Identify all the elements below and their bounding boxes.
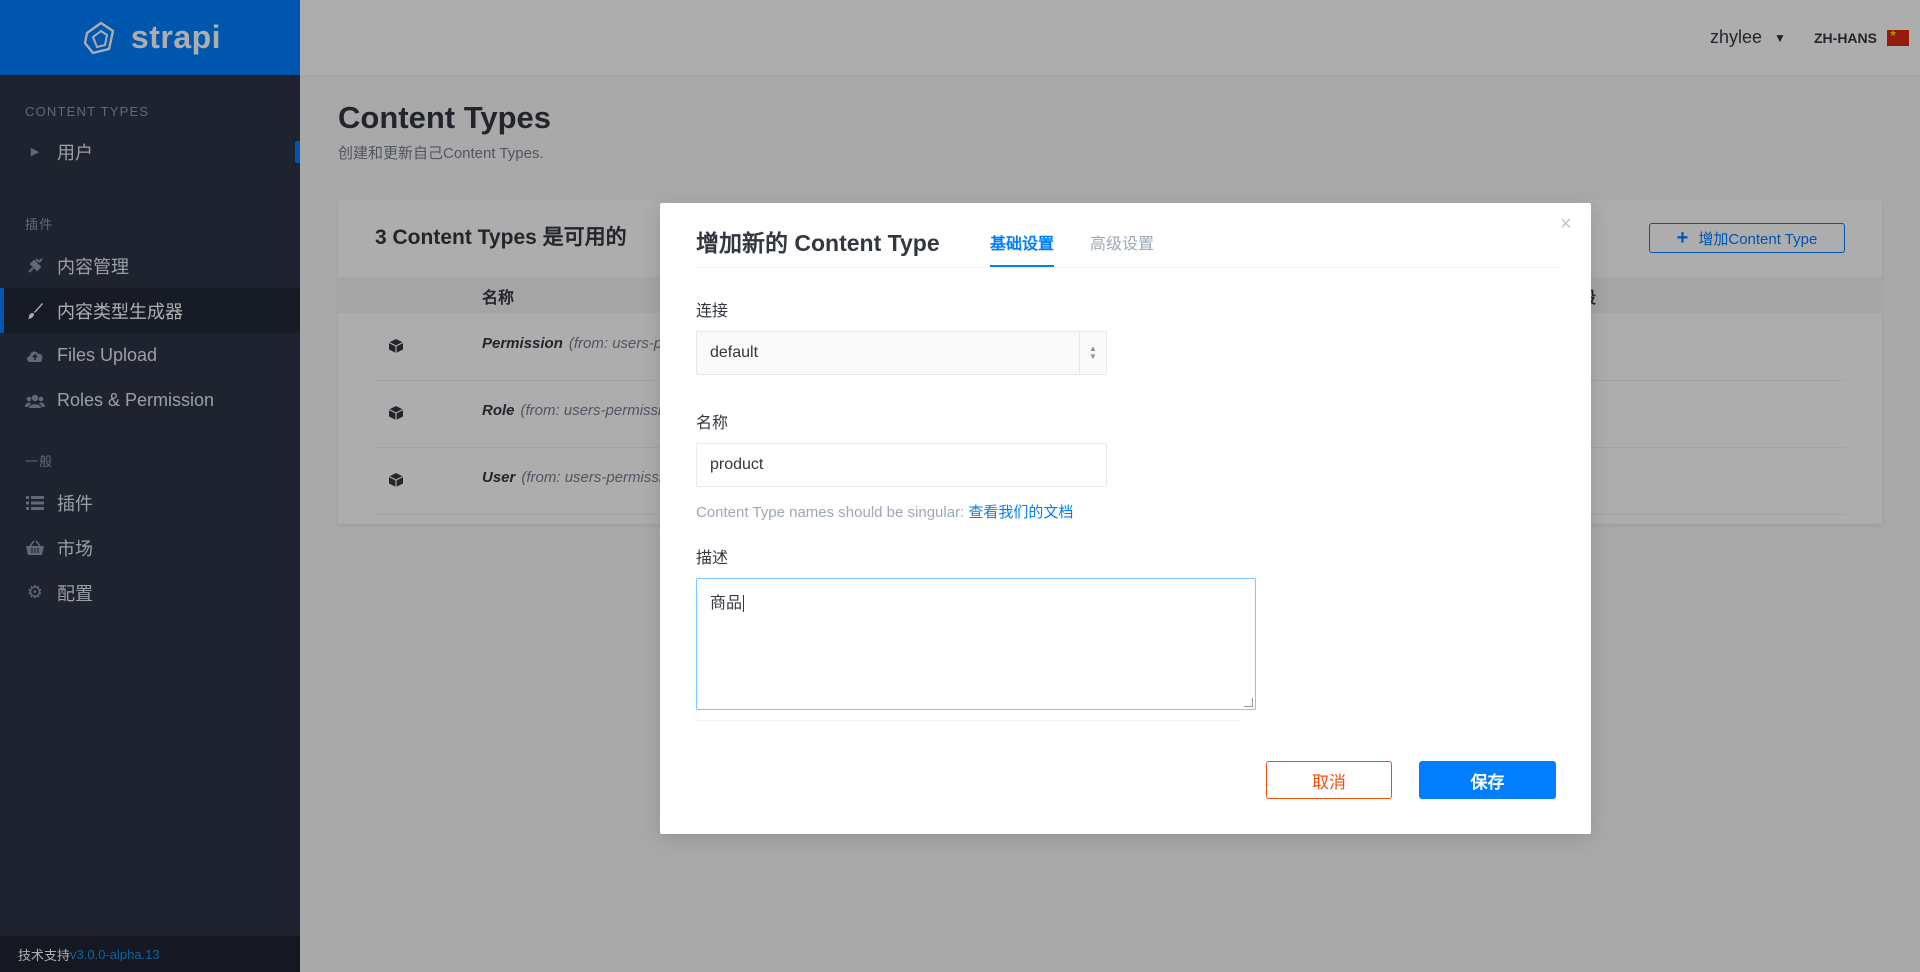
cancel-button[interactable]: 取消 [1266, 761, 1392, 799]
name-input[interactable]: product [696, 443, 1107, 487]
name-hint: Content Type names should be singular: 查… [696, 501, 1073, 522]
save-button[interactable]: 保存 [1419, 761, 1556, 799]
tab-basic-settings[interactable]: 基础设置 [990, 230, 1054, 254]
connection-label: 连接 [696, 303, 729, 320]
tabs-divider [696, 267, 1559, 268]
field-divider [696, 720, 1240, 721]
modal-title: 增加新的 Content Type [696, 230, 940, 256]
connection-select[interactable]: default ▲ ▼ [696, 331, 1107, 375]
name-label: 名称 [696, 415, 729, 432]
resize-handle[interactable] [1244, 698, 1253, 707]
hint-text: Content Type names should be singular: [696, 504, 969, 521]
select-arrows-icon: ▲ ▼ [1079, 332, 1106, 374]
docs-link[interactable]: 查看我们的文档 [968, 504, 1073, 521]
description-label: 描述 [696, 550, 729, 567]
name-value: product [710, 456, 764, 473]
connection-value: default [710, 344, 759, 361]
close-icon[interactable]: × [1560, 213, 1572, 236]
add-content-type-modal: × 增加新的 Content Type 基础设置 高级设置 连接 default… [660, 203, 1591, 834]
active-tab-indicator [990, 265, 1054, 267]
description-value: 商品 [710, 595, 743, 612]
tab-advanced-settings[interactable]: 高级设置 [1090, 230, 1154, 254]
text-cursor [743, 595, 745, 612]
description-textarea[interactable]: 商品 [696, 578, 1256, 710]
